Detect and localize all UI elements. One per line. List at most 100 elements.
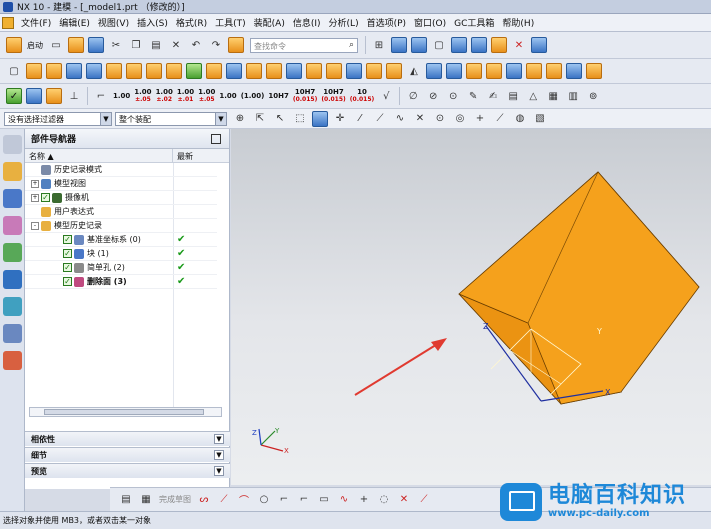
finish-sketch-icon[interactable]: ▦ bbox=[138, 492, 154, 508]
draft-icon[interactable] bbox=[306, 63, 322, 79]
move-face-icon[interactable] bbox=[466, 63, 482, 79]
tangent-icon[interactable]: ⊙ bbox=[445, 88, 461, 104]
menu-help[interactable]: 帮助(H) bbox=[498, 16, 538, 29]
part-navigator-tab-icon[interactable] bbox=[2, 162, 22, 181]
split-body-icon[interactable] bbox=[346, 63, 362, 79]
menu-tools[interactable]: 工具(T) bbox=[211, 16, 250, 29]
new-file-icon[interactable]: ▭ bbox=[48, 37, 64, 53]
arc-center-icon[interactable]: ⊙ bbox=[432, 111, 448, 127]
precision-9[interactable]: 10H7 (0.015) bbox=[293, 88, 317, 104]
chevron-down-icon[interactable]: ▼ bbox=[215, 112, 226, 125]
start-button[interactable]: 启动 bbox=[27, 40, 43, 51]
chevron-down-icon[interactable]: ▼ bbox=[214, 434, 224, 444]
profile-icon[interactable]: ᔕ bbox=[196, 492, 212, 508]
save-icon[interactable] bbox=[88, 37, 104, 53]
table-icon[interactable]: ▥ bbox=[565, 88, 581, 104]
chamfer-icon[interactable] bbox=[266, 63, 282, 79]
menu-assembly[interactable]: 装配(A) bbox=[250, 16, 289, 29]
resize-icon[interactable] bbox=[526, 63, 542, 79]
precision-3[interactable]: 1.00 ±.02 bbox=[156, 88, 173, 104]
pocket-icon[interactable] bbox=[146, 63, 162, 79]
dimension-icon[interactable]: ⌐ bbox=[93, 88, 109, 104]
show-hide-icon[interactable]: ✕ bbox=[511, 37, 527, 53]
sync-model-icon[interactable] bbox=[586, 63, 602, 79]
studio-spline-icon[interactable]: ∿ bbox=[336, 492, 352, 508]
roughness-icon[interactable]: √ bbox=[378, 88, 394, 104]
precision-6[interactable]: 1.00 bbox=[219, 92, 236, 100]
navigator-row[interactable]: ✓ 删除面 (3) ✔ bbox=[25, 275, 217, 289]
section-preview[interactable]: 预览 ▼ bbox=[25, 463, 230, 478]
edit-section-icon[interactable] bbox=[491, 37, 507, 53]
visibility-checkbox[interactable]: ✓ bbox=[63, 277, 72, 286]
diameter-icon[interactable]: ∅ bbox=[405, 88, 421, 104]
snap-point-icon[interactable]: ✛ bbox=[332, 111, 348, 127]
grid-icon[interactable]: ▦ bbox=[545, 88, 561, 104]
reuse-library-tab-icon[interactable] bbox=[2, 243, 22, 262]
cylinder-icon[interactable] bbox=[86, 63, 102, 79]
finish-sketch-button[interactable]: 完成草图 bbox=[159, 494, 191, 505]
navigator-row[interactable]: + 模型视图 bbox=[25, 177, 217, 191]
datum-feature-icon[interactable]: ▤ bbox=[505, 88, 521, 104]
paste-icon[interactable]: ▤ bbox=[148, 37, 164, 53]
precision-11[interactable]: 10 (0.015) bbox=[350, 88, 374, 104]
menu-gc-toolbox[interactable]: GC工具箱 bbox=[450, 16, 498, 29]
sketch-icon[interactable]: ▢ bbox=[6, 63, 22, 79]
menu-analysis[interactable]: 分析(L) bbox=[325, 16, 363, 29]
chevron-down-icon[interactable]: ▼ bbox=[214, 450, 224, 460]
precision-4[interactable]: 1.00 ±.01 bbox=[177, 88, 194, 104]
note-icon[interactable]: ✍ bbox=[485, 88, 501, 104]
line-icon[interactable]: ⟋ bbox=[216, 492, 232, 508]
subtract-icon[interactable] bbox=[206, 63, 222, 79]
midpoint-icon[interactable]: ⟋ bbox=[372, 111, 388, 127]
delete-face-icon[interactable] bbox=[486, 63, 502, 79]
collapse-icon[interactable]: - bbox=[31, 221, 39, 230]
intersect-icon[interactable] bbox=[226, 63, 242, 79]
maximize-icon[interactable] bbox=[211, 134, 221, 144]
menu-preferences[interactable]: 首选项(P) bbox=[363, 16, 410, 29]
type-filter-select[interactable]: 没有选择过滤器 ▼ bbox=[4, 111, 112, 126]
chamfer-sketch-icon[interactable]: ⌐ bbox=[296, 492, 312, 508]
precision-10[interactable]: 10H7 (0.015) bbox=[321, 88, 345, 104]
menu-format[interactable]: 格式(R) bbox=[172, 16, 211, 29]
trim-body-icon[interactable] bbox=[326, 63, 342, 79]
analysis-icon[interactable] bbox=[26, 88, 42, 104]
command-finder-icon[interactable] bbox=[228, 37, 244, 53]
visibility-checkbox[interactable]: ✓ bbox=[63, 263, 72, 272]
precision-2[interactable]: 1.00 ±.05 bbox=[134, 88, 151, 104]
endpoint-icon[interactable]: ⁄ bbox=[352, 111, 368, 127]
column-name[interactable]: 名称 ▲ bbox=[25, 149, 173, 162]
menu-information[interactable]: 信息(I) bbox=[289, 16, 325, 29]
navigator-row[interactable]: ✓ 块 (1) ✔ bbox=[25, 247, 217, 261]
curve-point-icon[interactable]: ∿ bbox=[392, 111, 408, 127]
search-icon[interactable]: ⌕ bbox=[349, 40, 354, 50]
block-icon[interactable] bbox=[66, 63, 82, 79]
unite-icon[interactable] bbox=[186, 63, 202, 79]
point-on-face-icon[interactable]: ◍ bbox=[512, 111, 528, 127]
menu-app-icon[interactable] bbox=[2, 16, 14, 29]
expand-icon[interactable]: + bbox=[31, 179, 39, 188]
select-body-icon[interactable] bbox=[312, 110, 328, 127]
navigator-row[interactable]: ✓ 简单孔 (2) ✔ bbox=[25, 261, 217, 275]
palette-tab-icon[interactable] bbox=[2, 351, 22, 370]
point-icon[interactable]: + bbox=[356, 492, 372, 508]
datum-plane-icon[interactable] bbox=[426, 63, 442, 79]
snap-view-icon[interactable] bbox=[451, 37, 467, 53]
offset-region-icon[interactable] bbox=[546, 63, 562, 79]
visibility-checkbox[interactable]: ✓ bbox=[41, 193, 50, 202]
visibility-checkbox[interactable]: ✓ bbox=[63, 249, 72, 258]
menu-insert[interactable]: 插入(S) bbox=[133, 16, 172, 29]
arc-icon[interactable]: ⌒ bbox=[236, 492, 252, 508]
command-search-input[interactable]: 查找命令 ⌕ bbox=[250, 37, 358, 53]
cut-icon[interactable]: ✂ bbox=[108, 37, 124, 53]
replace-face-icon[interactable] bbox=[506, 63, 522, 79]
view-orient-icon[interactable] bbox=[391, 37, 407, 53]
check-icon[interactable]: ✓ bbox=[6, 88, 22, 104]
navigator-row[interactable]: - 模型历史记录 bbox=[25, 219, 217, 233]
point-on-curve-icon[interactable]: ⟋ bbox=[492, 111, 508, 127]
undo-icon[interactable]: ↶ bbox=[188, 37, 204, 53]
circle-icon[interactable]: ○ bbox=[256, 492, 272, 508]
coordinate-system-icon[interactable]: ⊥ bbox=[66, 88, 82, 104]
shell-icon[interactable] bbox=[286, 63, 302, 79]
assembly-navigator-tab-icon[interactable] bbox=[2, 189, 22, 208]
column-latest[interactable]: 最新 bbox=[173, 149, 197, 162]
